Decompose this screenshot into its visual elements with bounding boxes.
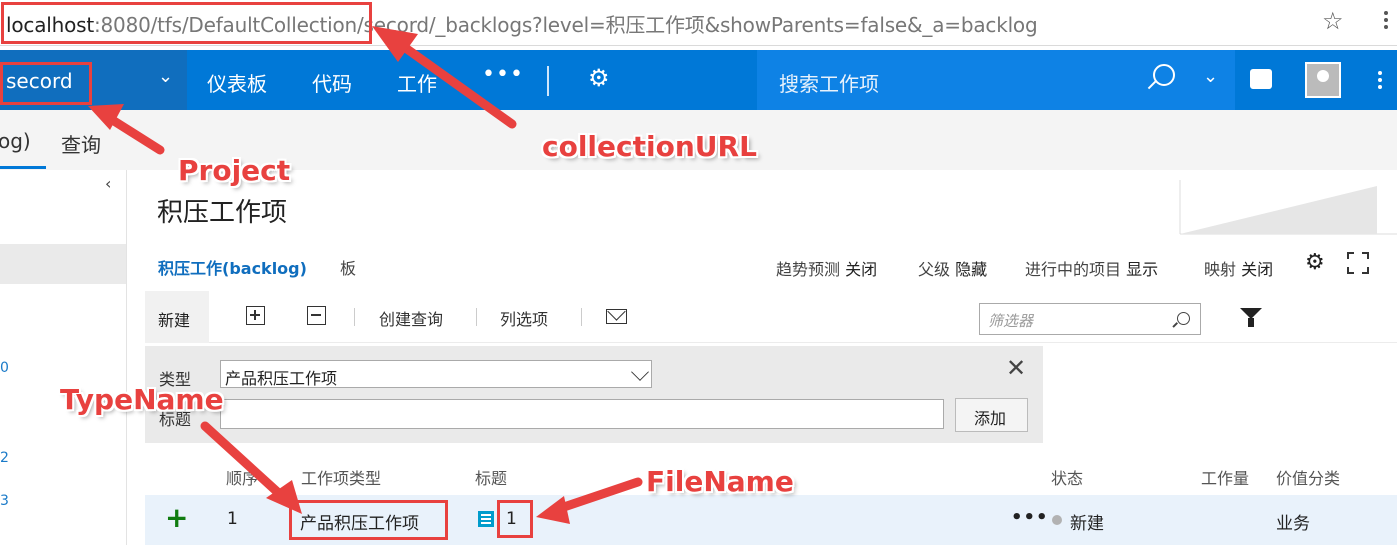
velocity-sparkline <box>1177 180 1397 235</box>
email-icon[interactable] <box>606 309 627 324</box>
option-label: 父级 <box>918 260 951 279</box>
option-label: 趋势预测 <box>776 260 841 279</box>
add-button-label: 添加 <box>974 409 1007 428</box>
browser-menu-icon[interactable] <box>1376 8 1396 36</box>
collapse-all-icon[interactable] <box>307 306 326 325</box>
left-pane: ‹ 0 2 3 <box>0 170 127 545</box>
option-mapping[interactable]: 映射 关闭 <box>1204 256 1273 280</box>
column-header-title[interactable]: 标题 <box>475 465 507 489</box>
page-title: 积压工作项 <box>157 198 288 228</box>
add-child-icon[interactable]: + <box>165 501 188 534</box>
left-pane-count: 3 <box>0 493 9 509</box>
settings-gear-icon[interactable]: ⚙ <box>1305 250 1325 275</box>
toolbar-divider <box>581 308 582 326</box>
column-header-type[interactable]: 工作项类型 <box>301 465 381 489</box>
search-icon <box>1177 312 1190 325</box>
fullscreen-icon[interactable] <box>1347 252 1369 274</box>
work-item-icon <box>478 511 494 527</box>
option-value: 关闭 <box>845 260 878 279</box>
toolbar-divider <box>354 308 355 326</box>
annotation-project: Project <box>178 154 291 187</box>
chevron-down-icon[interactable]: ⌄ <box>158 66 173 87</box>
toolbar-divider <box>476 308 477 326</box>
collection-url-highlight <box>1 2 372 44</box>
option-value: 显示 <box>1126 260 1159 279</box>
expand-all-icon[interactable] <box>246 306 265 325</box>
row-context-menu[interactable]: ••• <box>1011 507 1049 528</box>
settings-gear-icon[interactable]: ⚙ <box>588 64 610 92</box>
column-options-button[interactable]: 列选项 <box>500 306 548 330</box>
user-avatar[interactable] <box>1305 62 1341 98</box>
new-button-label: 新建 <box>158 311 191 330</box>
nav-code[interactable]: 代码 <box>312 68 352 97</box>
option-forecast[interactable]: 趋势预测 关闭 <box>776 256 877 280</box>
more-vertical-icon[interactable] <box>1370 68 1390 94</box>
tab-board[interactable]: 板 <box>340 255 356 279</box>
column-header-state[interactable]: 状态 <box>1051 465 1083 489</box>
title-input[interactable] <box>220 399 944 429</box>
filename-highlight <box>497 500 533 538</box>
tab-backlog[interactable]: og) <box>0 129 31 153</box>
option-label: 进行中的项目 <box>1025 260 1122 279</box>
row-state: 新建 <box>1070 514 1104 534</box>
column-header-order[interactable]: 顺序 <box>226 465 258 489</box>
nav-more-button[interactable]: ••• <box>482 62 524 87</box>
search-chevron-icon[interactable]: ⌄ <box>1203 66 1218 87</box>
option-parents[interactable]: 父级 隐藏 <box>918 256 987 280</box>
create-query-button[interactable]: 创建查询 <box>379 306 443 330</box>
marketplace-bag-icon[interactable] <box>1250 69 1272 89</box>
search-placeholder: 搜索工作项 <box>779 72 879 96</box>
state-indicator-icon <box>1052 515 1062 525</box>
left-pane-count: 0 <box>0 360 9 376</box>
left-pane-count: 2 <box>0 450 9 466</box>
add-button[interactable]: 添加 <box>955 398 1028 432</box>
nav-divider <box>547 66 549 96</box>
annotation-collection-url: collectionURL <box>542 130 757 163</box>
filter-placeholder: 筛选器 <box>988 312 1034 330</box>
chevron-down-icon <box>631 363 649 381</box>
backlog-toolbar: 新建 创建查询 列选项 <box>145 291 1397 343</box>
column-header-effort[interactable]: 工作量 <box>1201 465 1249 489</box>
annotation-filename: FileName <box>646 465 794 498</box>
option-value: 关闭 <box>1241 260 1274 279</box>
filter-funnel-icon[interactable] <box>1240 308 1262 327</box>
add-item-panel: 类型 产品积压工作项 标题 添加 ✕ <box>145 346 1043 443</box>
collapse-pane-icon[interactable]: ‹ <box>105 174 111 193</box>
selected-backlog-level[interactable] <box>0 244 126 284</box>
project-highlight <box>0 62 92 105</box>
type-select[interactable]: 产品积压工作项 <box>220 360 652 388</box>
tab-backlog-view[interactable]: 积压工作(backlog) <box>158 255 307 279</box>
close-icon[interactable]: ✕ <box>1006 354 1026 382</box>
active-tab-indicator <box>0 166 46 169</box>
new-button[interactable]: 新建 <box>145 291 209 343</box>
row-value-area: 业务 <box>1276 514 1310 534</box>
option-in-progress[interactable]: 进行中的项目 显示 <box>1025 256 1158 280</box>
option-value: 隐藏 <box>955 260 988 279</box>
filter-input[interactable]: 筛选器 <box>979 303 1201 335</box>
tab-queries[interactable]: 查询 <box>61 129 101 158</box>
annotation-typename: TypeName <box>60 383 224 416</box>
type-select-value: 产品积压工作项 <box>225 369 338 388</box>
typename-highlight <box>289 500 448 540</box>
top-navigation: secord ⌄ 仪表板 代码 工作 ••• ⚙ 搜索工作项 ⌄ <box>0 50 1397 110</box>
bookmark-star-icon[interactable]: ☆ <box>1322 7 1344 35</box>
nav-work[interactable]: 工作 <box>397 68 437 97</box>
column-header-value-area[interactable]: 价值分类 <box>1276 465 1340 489</box>
nav-dashboard[interactable]: 仪表板 <box>207 68 267 97</box>
row-order: 1 <box>227 509 238 529</box>
option-label: 映射 <box>1204 260 1237 279</box>
search-icon[interactable] <box>1153 64 1175 86</box>
work-item-search[interactable]: 搜索工作项 ⌄ <box>757 50 1235 110</box>
